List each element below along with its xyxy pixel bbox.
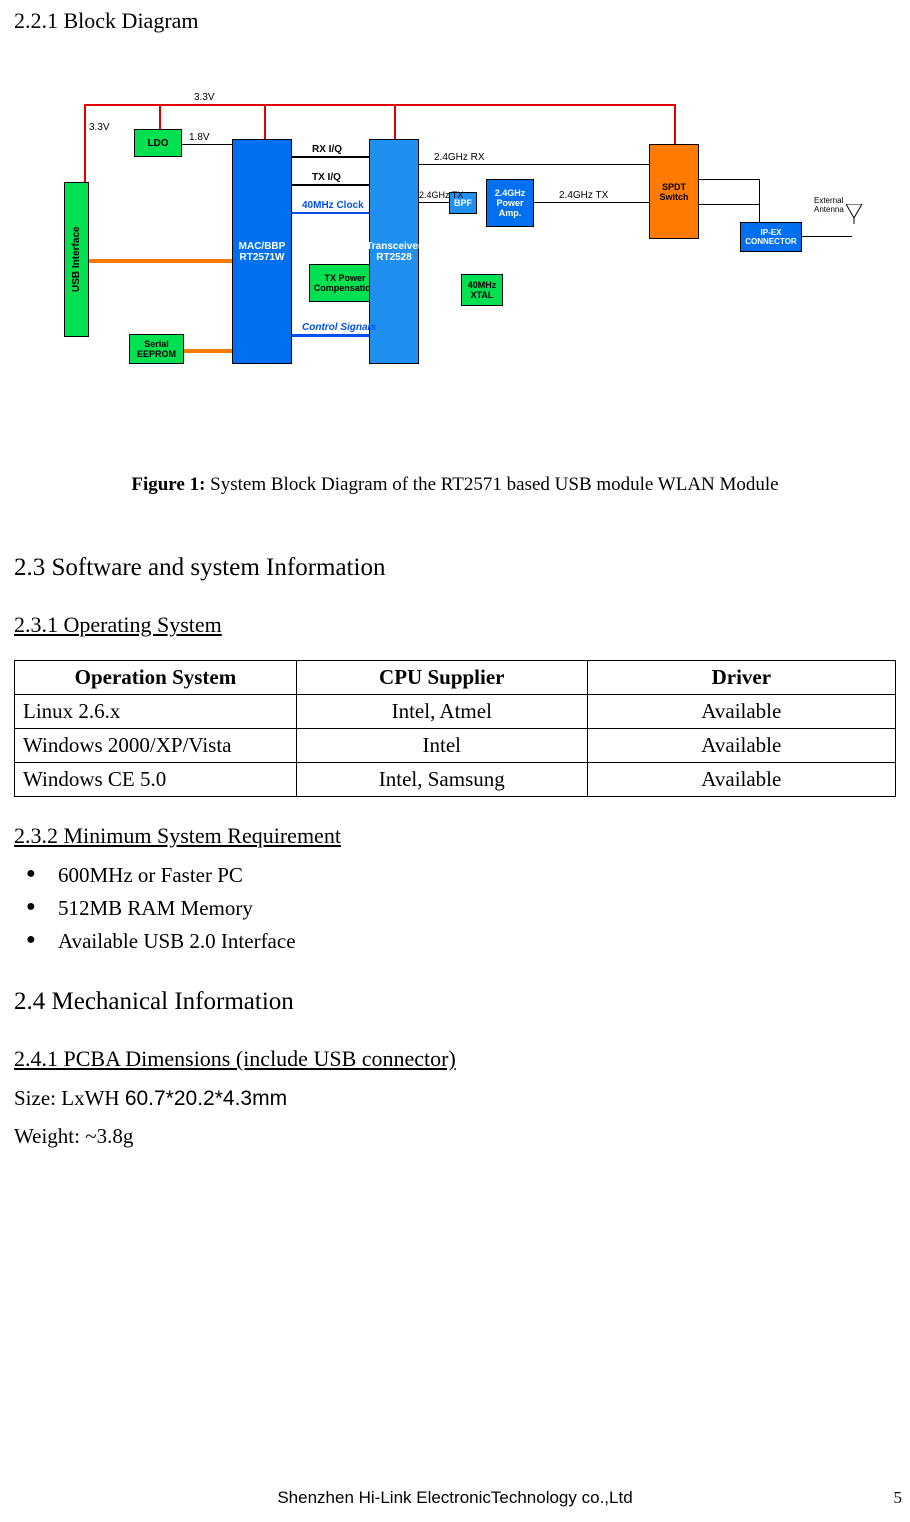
weight-line: Weight: ~3.8g bbox=[14, 1120, 896, 1153]
block-transceiver: Transceiver RT2528 bbox=[369, 139, 419, 364]
label-external-antenna: External Antenna bbox=[814, 196, 844, 214]
table-row: Windows 2000/XP/Vista Intel Available bbox=[15, 729, 896, 763]
block-mac-bbp: MAC/BBP RT2571W bbox=[232, 139, 292, 364]
label-24ghz-tx-b: 2.4GHz TX bbox=[559, 190, 608, 201]
block-diagram: 3.3V 3.3V 1.8V USB Interface LDO MAC/BBP… bbox=[34, 84, 876, 414]
label-24ghz-rx: 2.4GHz RX bbox=[434, 152, 485, 163]
list-item: 600MHz or Faster PC bbox=[26, 859, 896, 892]
footer-company: Shenzhen Hi-Link ElectronicTechnology co… bbox=[0, 1488, 910, 1508]
table-header-os: Operation System bbox=[15, 661, 297, 695]
page-number: 5 bbox=[894, 1488, 903, 1508]
label-24ghz-tx-a: 2.4GHz TX bbox=[419, 190, 463, 200]
size-value: 60.7*20.2*4.3mm bbox=[125, 1087, 287, 1110]
section-2-4-1-title: 2.4.1 PCBA Dimensions (include USB conne… bbox=[14, 1046, 896, 1072]
list-item: Available USB 2.0 Interface bbox=[26, 925, 896, 958]
section-2-4-title: 2.4 Mechanical Information bbox=[14, 988, 896, 1016]
size-label: Size: LxWH bbox=[14, 1086, 125, 1110]
block-eeprom: Serial EEPROM bbox=[129, 334, 184, 364]
os-table: Operation System CPU Supplier Driver Lin… bbox=[14, 660, 896, 797]
label-rx-iq: RX I/Q bbox=[312, 144, 342, 155]
label-1v8: 1.8V bbox=[189, 132, 210, 143]
label-tx-iq: TX I/Q bbox=[312, 172, 341, 183]
cell-os: Windows CE 5.0 bbox=[15, 763, 297, 797]
figure-label: Figure 1: bbox=[131, 474, 205, 495]
label-control-signals: Control Signals bbox=[302, 322, 376, 333]
cell-driver: Available bbox=[587, 695, 895, 729]
block-ipex-connector: IP-EX CONNECTOR bbox=[740, 222, 802, 252]
section-2-3-2-title: 2.3.2 Minimum System Requirement bbox=[14, 823, 896, 849]
label-3v3b: 3.3V bbox=[89, 122, 110, 133]
cell-driver: Available bbox=[587, 763, 895, 797]
figure-text: System Block Diagram of the RT2571 based… bbox=[205, 474, 778, 495]
cell-cpu: Intel, Atmel bbox=[296, 695, 587, 729]
cell-os: Windows 2000/XP/Vista bbox=[15, 729, 297, 763]
section-2-2-1-title: 2.2.1 Block Diagram bbox=[14, 8, 896, 34]
list-item: 512MB RAM Memory bbox=[26, 892, 896, 925]
table-row: Linux 2.6.x Intel, Atmel Available bbox=[15, 695, 896, 729]
cell-os: Linux 2.6.x bbox=[15, 695, 297, 729]
cell-driver: Available bbox=[587, 729, 895, 763]
block-ldo: LDO bbox=[134, 129, 182, 157]
section-2-3-1-title: 2.3.1 Operating System bbox=[14, 612, 896, 638]
table-header-driver: Driver bbox=[587, 661, 895, 695]
requirements-list: 600MHz or Faster PC 512MB RAM Memory Ava… bbox=[14, 859, 896, 958]
size-line: Size: LxWH 60.7*20.2*4.3mm bbox=[14, 1082, 896, 1116]
cell-cpu: Intel, Samsung bbox=[296, 763, 587, 797]
section-2-3-title: 2.3 Software and system Information bbox=[14, 554, 896, 582]
label-3v3: 3.3V bbox=[194, 92, 215, 103]
cell-cpu: Intel bbox=[296, 729, 587, 763]
block-usb-interface: USB Interface bbox=[64, 182, 89, 337]
table-header-cpu: CPU Supplier bbox=[296, 661, 587, 695]
figure-1-caption: Figure 1: System Block Diagram of the RT… bbox=[14, 474, 896, 496]
block-spdt-switch: SPDT Switch bbox=[649, 144, 699, 239]
table-row: Windows CE 5.0 Intel, Samsung Available bbox=[15, 763, 896, 797]
block-power-amp: 2.4GHz Power Amp. bbox=[486, 179, 534, 227]
label-40mhz-clock: 40MHz Clock bbox=[302, 200, 364, 211]
block-xtal: 40MHz XTAL bbox=[461, 274, 503, 306]
